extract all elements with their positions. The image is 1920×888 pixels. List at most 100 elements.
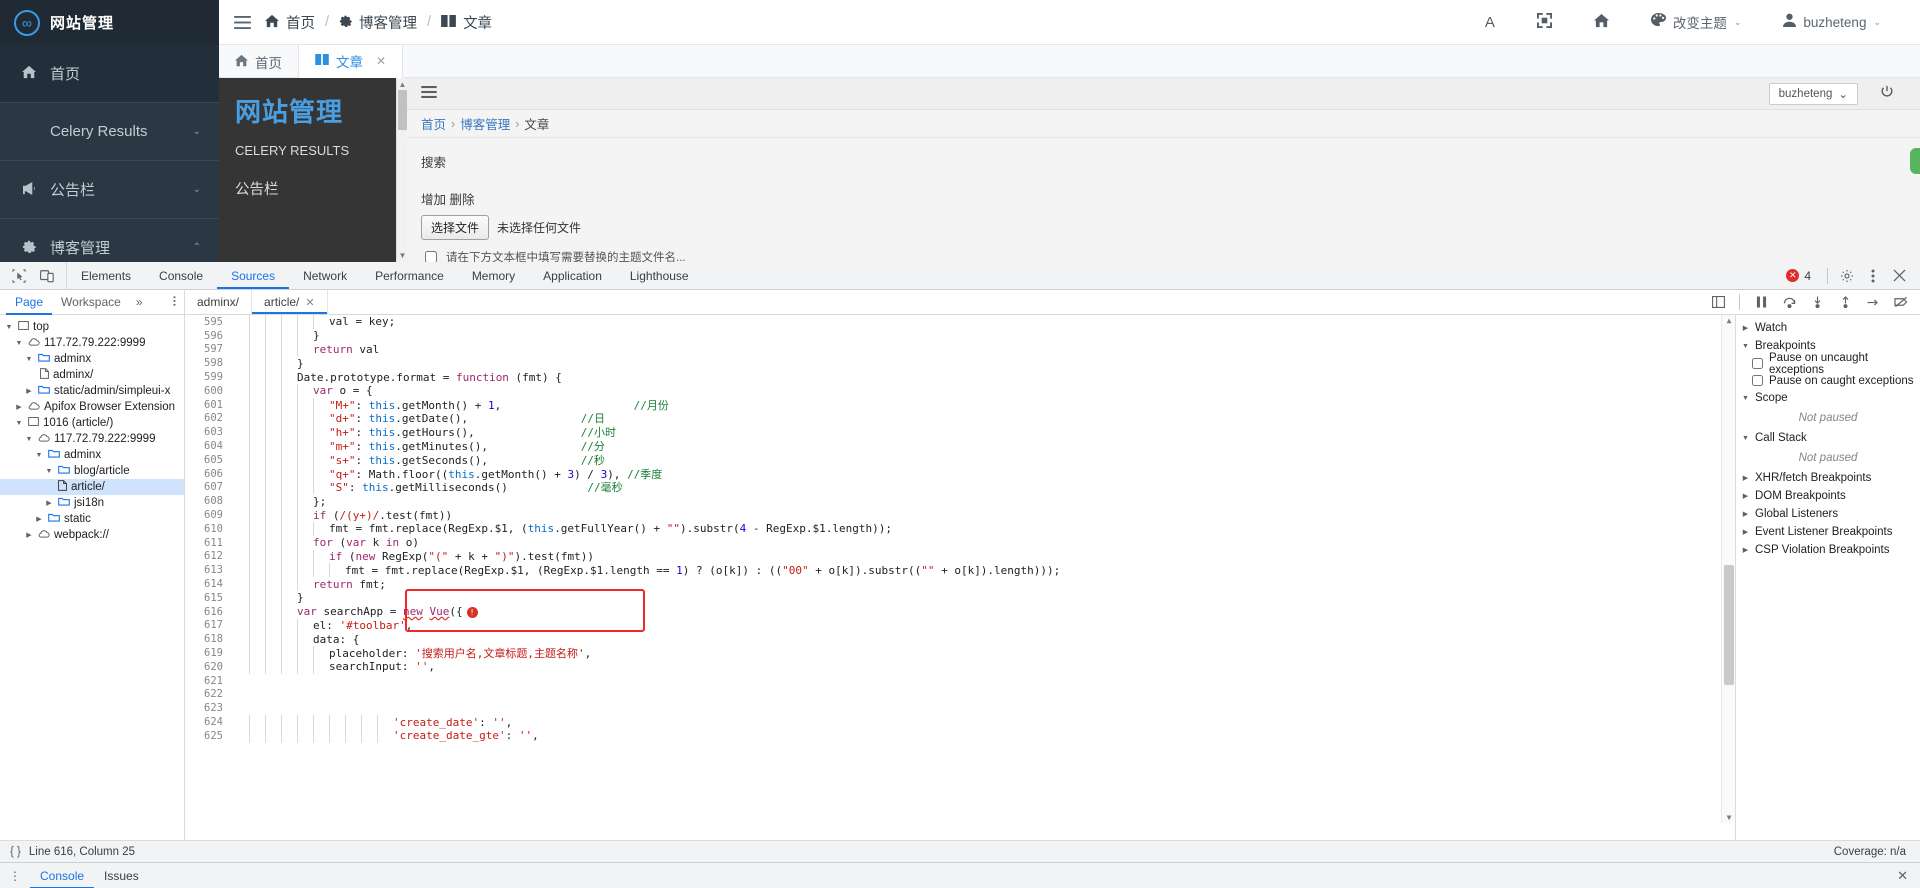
hamburger-icon[interactable] bbox=[421, 85, 437, 103]
tab-console[interactable]: Console bbox=[145, 262, 217, 289]
home-button[interactable] bbox=[1573, 0, 1630, 45]
line-number[interactable]: 606 bbox=[185, 468, 231, 480]
close-icon[interactable]: ✕ bbox=[1885, 868, 1920, 884]
line-number[interactable]: 604 bbox=[185, 440, 231, 452]
code-line[interactable]: 622 bbox=[185, 688, 1721, 702]
file-tab-article[interactable]: article/ ✕ bbox=[252, 290, 328, 314]
line-number[interactable]: 625 bbox=[185, 730, 231, 742]
line-number[interactable]: 600 bbox=[185, 385, 231, 397]
line-number[interactable]: 615 bbox=[185, 592, 231, 604]
twisty-icon[interactable]: ▶ bbox=[24, 531, 34, 539]
page-tab-home[interactable]: 首页 bbox=[219, 45, 299, 78]
error-count-badge[interactable]: ✕ 4 bbox=[1776, 269, 1821, 283]
tree-item-adminx-folder-2[interactable]: ▼ adminx bbox=[0, 447, 184, 463]
code-text[interactable]: val = key; bbox=[329, 315, 1721, 328]
line-number[interactable]: 617 bbox=[185, 619, 231, 631]
section-xhr-breakpoints[interactable]: ▶ XHR/fetch Breakpoints bbox=[1736, 469, 1920, 487]
tree-item-webpack[interactable]: ▶ webpack:// bbox=[0, 527, 184, 543]
line-number[interactable]: 620 bbox=[185, 661, 231, 673]
line-number[interactable]: 611 bbox=[185, 537, 231, 549]
sidebar-item-blog-admin[interactable]: 博客管理 ⌃ bbox=[0, 219, 219, 262]
line-number[interactable]: 624 bbox=[185, 716, 231, 728]
code-line[interactable]: 620 searchInput: '', bbox=[185, 659, 1721, 674]
code-line[interactable]: 599 Date.prototype.format = function (fmt… bbox=[185, 370, 1721, 384]
kebab-menu-icon[interactable] bbox=[1860, 263, 1886, 289]
twisty-icon[interactable]: ▼ bbox=[34, 452, 44, 459]
section-global-listeners[interactable]: ▶ Global Listeners bbox=[1736, 505, 1920, 523]
code-line[interactable]: 596} bbox=[185, 328, 1721, 343]
scroll-down-icon[interactable]: ▼ bbox=[1722, 813, 1735, 822]
section-dom-breakpoints[interactable]: ▶ DOM Breakpoints bbox=[1736, 487, 1920, 505]
code-line[interactable]: 615} bbox=[185, 590, 1721, 605]
code-text[interactable]: }; bbox=[313, 495, 1721, 508]
twisty-icon[interactable]: ▼ bbox=[44, 468, 54, 475]
code-text[interactable]: } bbox=[297, 591, 1721, 604]
code-text[interactable]: fmt = fmt.replace(RegExp.$1, (this.getFu… bbox=[329, 522, 1721, 535]
code-lines[interactable]: 595 val = key; 596} 597 return val 598} 599 Dat… bbox=[185, 315, 1721, 823]
sidebar-item-celery-results[interactable]: Celery Results ⌄ bbox=[0, 103, 219, 160]
file-navigator[interactable]: ▼ top ▼ 117.72.79.222:9999 ▼ adminx admi… bbox=[0, 315, 185, 840]
line-number[interactable]: 609 bbox=[185, 509, 231, 521]
twisty-icon[interactable]: ▼ bbox=[4, 324, 14, 331]
fullscreen-button[interactable] bbox=[1516, 0, 1573, 45]
step-icon[interactable] bbox=[1860, 289, 1886, 315]
twisty-icon[interactable]: ▶ bbox=[24, 387, 34, 395]
sidebar-item-announcements[interactable]: 公告栏 ⌄ bbox=[0, 161, 219, 218]
tree-item-jsi18n[interactable]: ▶ jsi18n bbox=[0, 495, 184, 511]
line-number[interactable]: 597 bbox=[185, 343, 231, 355]
code-text[interactable]: } bbox=[313, 329, 1721, 342]
tree-item-top[interactable]: ▼ top bbox=[0, 319, 184, 335]
code-line[interactable]: 624 'create_date': '', bbox=[185, 715, 1721, 729]
line-number[interactable]: 602 bbox=[185, 412, 231, 424]
tab-lighthouse[interactable]: Lighthouse bbox=[616, 262, 703, 289]
line-number[interactable]: 598 bbox=[185, 357, 231, 369]
iframe-scrollbar[interactable]: ▲ ▼ bbox=[396, 78, 407, 262]
code-text[interactable]: Date.prototype.format = function (fmt) { bbox=[297, 371, 1721, 384]
user-menu-button[interactable]: buzheteng ⌄ bbox=[1762, 0, 1902, 45]
twisty-icon[interactable]: ▼ bbox=[24, 356, 34, 363]
iframe-user-menu[interactable]: buzheteng ⌄ bbox=[1768, 83, 1858, 105]
deactivate-breakpoints-icon[interactable] bbox=[1888, 289, 1914, 315]
close-icon[interactable]: ✕ bbox=[376, 54, 386, 68]
iframe-breadcrumb-blog[interactable]: 博客管理 bbox=[460, 114, 510, 133]
scroll-down-icon[interactable]: ▼ bbox=[398, 251, 407, 260]
navigator-tab-page[interactable]: Page bbox=[6, 290, 52, 315]
code-text[interactable]: "S": this.getMilliseconds() //毫秒 bbox=[329, 479, 1721, 495]
line-number[interactable]: 610 bbox=[185, 523, 231, 535]
code-text[interactable]: if (/(y+)/.test(fmt)) bbox=[313, 509, 1721, 522]
breadcrumb-item-home[interactable]: 首页 bbox=[286, 12, 315, 33]
tab-elements[interactable]: Elements bbox=[67, 262, 145, 289]
line-number[interactable]: 603 bbox=[185, 426, 231, 438]
code-text[interactable]: searchInput: '', bbox=[329, 660, 1721, 673]
code-text[interactable]: data: { bbox=[313, 633, 1721, 646]
tab-sources[interactable]: Sources bbox=[217, 262, 289, 289]
code-text[interactable]: for (var k in o) bbox=[313, 536, 1721, 549]
navigator-tab-workspace[interactable]: Workspace bbox=[52, 290, 130, 315]
sidebar-logo[interactable]: ∞ 网站管理 bbox=[0, 0, 219, 45]
code-line[interactable]: 609 if (/(y+)/.test(fmt)) bbox=[185, 508, 1721, 522]
tab-memory[interactable]: Memory bbox=[458, 262, 529, 289]
tab-network[interactable]: Network bbox=[289, 262, 361, 289]
iframe-sidebar-item-announcements[interactable]: 公告栏 bbox=[235, 178, 380, 199]
drawer-tab-console[interactable]: Console bbox=[30, 863, 94, 888]
iframe-sidebar-item-celery[interactable]: CELERY RESULTS bbox=[235, 143, 380, 158]
code-text[interactable]: } bbox=[297, 357, 1721, 370]
device-toolbar-icon[interactable] bbox=[40, 269, 54, 283]
code-text[interactable]: var o = { bbox=[313, 384, 1721, 397]
code-text[interactable]: 'create_date': '', bbox=[393, 716, 1721, 729]
code-text[interactable]: if (new RegExp("(" + k + ")").test(fmt)) bbox=[329, 550, 1721, 563]
twisty-icon[interactable]: ▶ bbox=[14, 403, 24, 411]
code-line[interactable]: 610 fmt = fmt.replace(RegExp.$1, (this.ge… bbox=[185, 521, 1721, 536]
tree-item-adminx-file[interactable]: adminx/ bbox=[0, 367, 184, 383]
code-line[interactable]: 619 placeholder: '搜索用户名,文章标题,主题名称', bbox=[185, 646, 1721, 660]
line-number[interactable]: 623 bbox=[185, 702, 231, 714]
line-number[interactable]: 613 bbox=[185, 564, 231, 576]
tree-item-apifox[interactable]: ▶ Apifox Browser Extension bbox=[0, 399, 184, 415]
code-line[interactable]: 611 for (var k in o) bbox=[185, 535, 1721, 550]
code-line[interactable]: 614 return fmt; bbox=[185, 577, 1721, 591]
code-line[interactable]: 617 el: '#toolbar', bbox=[185, 618, 1721, 633]
twisty-icon[interactable]: ▶ bbox=[34, 515, 44, 523]
code-line[interactable]: 623 bbox=[185, 701, 1721, 715]
tab-performance[interactable]: Performance bbox=[361, 262, 458, 289]
sidebar-item-home[interactable]: 首页 bbox=[0, 45, 219, 102]
